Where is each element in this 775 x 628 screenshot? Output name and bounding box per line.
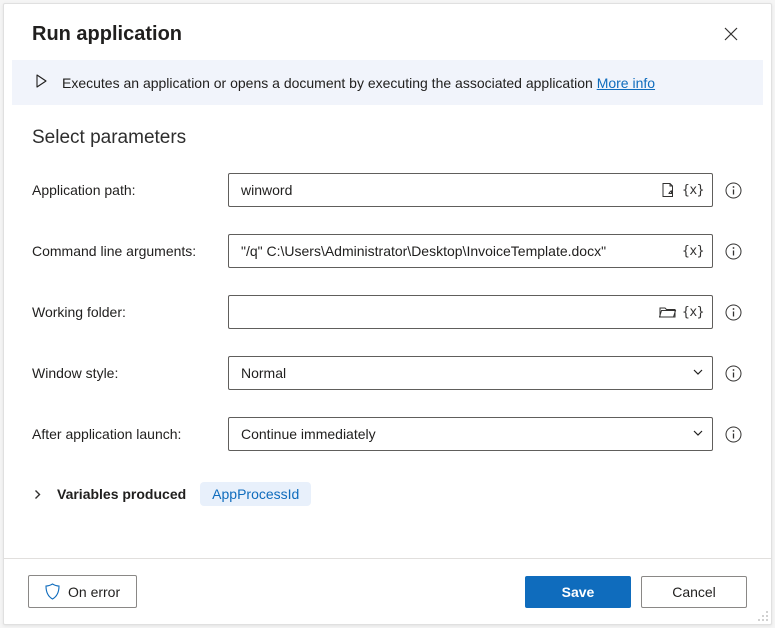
close-button[interactable] [715,18,747,50]
variable-picker-icon[interactable]: {x} [682,183,704,198]
application-path-input[interactable] [241,182,654,198]
row-working-folder: Working folder: {x} [32,295,743,329]
cli-arguments-label: Command line arguments: [32,243,228,259]
application-path-label: Application path: [32,182,228,198]
banner-text: Executes an application or opens a docum… [62,75,655,91]
window-style-select[interactable]: Normal [228,356,713,390]
dialog-body: Select parameters Application path: {x} … [4,105,771,558]
after-launch-select[interactable]: Continue immediately [228,417,713,451]
variable-picker-icon[interactable]: {x} [682,305,704,320]
cancel-button[interactable]: Cancel [641,576,747,608]
working-folder-label: Working folder: [32,304,228,320]
variable-badge[interactable]: AppProcessId [200,482,311,506]
info-icon[interactable] [723,180,743,200]
info-banner: Executes an application or opens a docum… [12,60,763,105]
cli-arguments-input-wrap: {x} [228,234,713,268]
close-icon [724,27,738,41]
variable-picker-icon[interactable]: {x} [682,244,704,259]
chevron-right-icon [32,489,43,500]
window-style-label: Window style: [32,365,228,381]
cli-arguments-input[interactable] [241,243,678,259]
right-actions: Save Cancel [525,576,747,608]
row-application-path: Application path: {x} [32,173,743,207]
variables-produced-label: Variables produced [57,486,186,502]
after-launch-label: After application launch: [32,426,228,442]
info-icon[interactable] [723,241,743,261]
info-icon[interactable] [723,363,743,383]
save-button[interactable]: Save [525,576,631,608]
dialog-title: Run application [32,23,182,46]
after-launch-selected: Continue immediately [241,426,376,442]
browse-folder-icon[interactable] [658,302,678,322]
chevron-down-icon [692,365,704,381]
play-icon [34,74,48,91]
dialog-footer: On error Save Cancel [4,558,771,624]
working-folder-input[interactable] [241,304,654,320]
on-error-button[interactable]: On error [28,575,137,608]
more-info-link[interactable]: More info [597,75,655,91]
working-folder-input-wrap: {x} [228,295,713,329]
run-application-dialog: Run application Executes an application … [3,3,772,625]
info-icon[interactable] [723,424,743,444]
chevron-down-icon [692,426,704,442]
info-icon[interactable] [723,302,743,322]
browse-file-icon[interactable] [658,180,678,200]
shield-icon [45,583,60,600]
section-title: Select parameters [32,127,743,149]
row-cli-arguments: Command line arguments: {x} [32,234,743,268]
dialog-header: Run application [4,4,771,60]
on-error-label: On error [68,584,120,600]
variables-produced-toggle[interactable] [32,489,43,500]
row-after-launch: After application launch: Continue immed… [32,417,743,451]
row-window-style: Window style: Normal [32,356,743,390]
variables-produced-row: Variables produced AppProcessId [32,478,743,506]
application-path-input-wrap: {x} [228,173,713,207]
window-style-selected: Normal [241,365,286,381]
